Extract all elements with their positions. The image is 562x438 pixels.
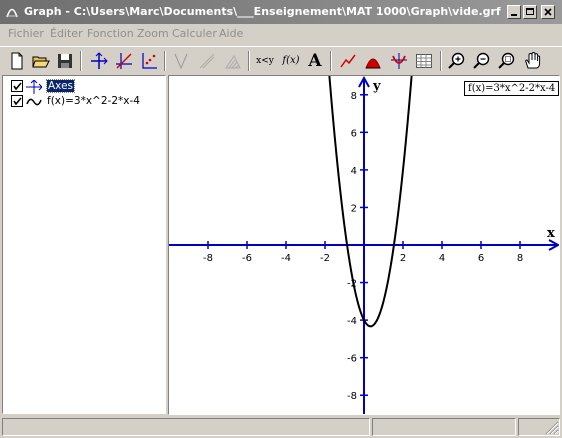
menu-calculer[interactable]: Calculer <box>172 27 217 40</box>
y-tick-label: -4 <box>347 316 357 327</box>
text-label-icon: A <box>308 51 322 71</box>
toolbar: x<y f(x) A <box>0 46 562 74</box>
tangent-icon <box>174 53 188 70</box>
evaluate-icon: x<y <box>256 56 274 66</box>
axes-tree-icon <box>26 80 42 94</box>
area-icon <box>365 58 381 69</box>
save-disk-icon <box>58 54 72 68</box>
new-file-icon <box>11 52 23 70</box>
maximize-icon <box>526 8 534 15</box>
insert-function-button[interactable] <box>113 50 135 72</box>
x-axis-label: x <box>547 226 555 241</box>
menu-fichier[interactable]: Fichier <box>8 27 44 40</box>
title-bar: Graph - C:\Users\Marc\Documents\___Ensei… <box>0 0 562 24</box>
zoom-out-icon <box>473 52 490 69</box>
status-panel-main <box>2 418 370 436</box>
text-label-button[interactable]: A <box>304 50 326 72</box>
y-tick-label: -8 <box>347 391 357 402</box>
y-tick-label: 4 <box>351 166 357 177</box>
minimize-icon <box>511 14 517 16</box>
graph-area[interactable]: x y -8 -6 -4 -2 2 4 6 8 8 6 4 2 -2 -4 -6 -8 f(x)=3*x^2-2*… <box>168 75 560 415</box>
open-button[interactable] <box>30 50 52 72</box>
zoom-window-icon <box>498 52 515 69</box>
axes-icon <box>91 52 108 69</box>
new-button[interactable] <box>6 50 28 72</box>
x-tick-label: -8 <box>203 253 213 264</box>
x-tick-label: 8 <box>517 253 523 264</box>
pan-hand-icon <box>525 52 541 69</box>
menu-bar: Fichier Éditer Fonction Zoom Calculer Ai… <box>0 24 562 44</box>
x-tick-label: -6 <box>242 253 252 264</box>
zoom-in-icon <box>448 52 465 69</box>
tree-label-axes: Axes <box>45 79 76 93</box>
resize-grip-icon[interactable] <box>543 419 559 435</box>
axes-button[interactable] <box>88 50 110 72</box>
function-button[interactable]: f(x) <box>280 50 302 72</box>
close-icon <box>544 8 552 16</box>
close-button[interactable] <box>541 5 555 19</box>
tree-label-function: f(x)=3*x^2-2*x-4 <box>47 95 140 107</box>
menu-editer[interactable]: Éditer <box>50 27 83 40</box>
trendline-button[interactable] <box>337 50 359 72</box>
y-axis-label: y <box>372 79 381 94</box>
zoom-out-button[interactable] <box>471 50 493 72</box>
menu-fonction[interactable]: Fonction <box>87 27 134 40</box>
insert-points-icon <box>142 53 157 69</box>
zoom-in-button[interactable] <box>446 50 468 72</box>
evaluate-button[interactable]: x<y <box>254 50 276 72</box>
checkmark-icon <box>13 82 22 91</box>
axes-checkbox[interactable] <box>11 80 23 92</box>
y-tick-label: 6 <box>351 128 357 139</box>
table-icon <box>416 54 432 68</box>
maximize-button[interactable] <box>523 5 537 19</box>
zoom-window-button[interactable] <box>496 50 518 72</box>
shading-icon <box>225 55 241 69</box>
tangent-button[interactable] <box>170 50 192 72</box>
y-tick-label: 8 <box>351 91 357 102</box>
x-tick-label: 4 <box>439 253 445 264</box>
toolbar-separator <box>80 51 82 71</box>
status-bar <box>0 416 562 438</box>
function-icon: f(x) <box>282 55 300 66</box>
open-folder-icon <box>32 56 50 68</box>
function-checkbox[interactable] <box>11 95 23 107</box>
toolbar-separator <box>440 51 442 71</box>
zoom-fit-icon <box>391 53 407 69</box>
graph-app-icon <box>6 8 18 18</box>
function-curve-icon <box>26 98 42 106</box>
y-tick-label: -6 <box>347 354 357 365</box>
status-panel-extra <box>518 418 560 436</box>
insert-points-button[interactable] <box>138 50 160 72</box>
area-button[interactable] <box>362 50 384 72</box>
trendline-icon <box>340 54 356 68</box>
x-tick-label: 2 <box>400 253 406 264</box>
menu-aide[interactable]: Aide <box>219 27 243 40</box>
save-button[interactable] <box>54 50 76 72</box>
table-button[interactable] <box>413 50 435 72</box>
window-title: Graph - C:\Users\Marc\Documents\___Ensei… <box>24 5 501 18</box>
function-legend: f(x)=3*x^2-2*x-4 <box>464 81 559 96</box>
function-curve <box>328 76 413 328</box>
toolbar-separator <box>330 51 332 71</box>
normal-button[interactable] <box>196 50 218 72</box>
normal-icon <box>199 53 215 69</box>
status-panel-coords <box>372 418 516 436</box>
minimize-button[interactable] <box>507 5 521 19</box>
x-tick-label: 6 <box>478 253 484 264</box>
graph-plot[interactable]: xy-8 -6 -4 -2 2 4 6 88642-2-4-6-8 <box>169 76 559 414</box>
function-tree-panel: Axes f(x)=3*x^2-2*x-4 <box>2 75 166 414</box>
y-tick-label: 2 <box>351 203 357 214</box>
toolbar-separator <box>164 51 166 71</box>
pan-button[interactable] <box>521 50 543 72</box>
shading-button[interactable] <box>222 50 244 72</box>
checkmark-icon <box>13 97 22 106</box>
menu-zoom[interactable]: Zoom <box>137 27 169 40</box>
insert-function-icon <box>116 53 132 69</box>
x-tick-label: -4 <box>281 253 291 264</box>
toolbar-separator <box>248 51 250 71</box>
zoom-fit-button[interactable] <box>388 50 410 72</box>
x-tick-label: -2 <box>320 253 330 264</box>
